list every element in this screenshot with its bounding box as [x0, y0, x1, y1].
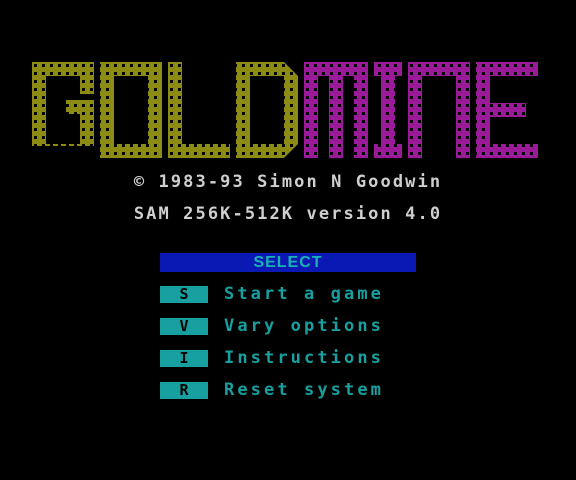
logo-word-mine [304, 62, 538, 158]
menu-header: SELECT [160, 253, 416, 272]
menu-item-instructions[interactable]: I Instructions [160, 348, 430, 369]
menu-key-s[interactable]: S [160, 286, 208, 303]
menu-label-start-game[interactable]: Start a game [224, 284, 384, 304]
menu-key-v[interactable]: V [160, 318, 208, 335]
menu-label-instructions[interactable]: Instructions [224, 348, 384, 368]
logo-word-gold [32, 62, 298, 158]
menu-label-reset-system[interactable]: Reset system [224, 380, 384, 400]
menu-item-reset-system[interactable]: R Reset system [160, 380, 430, 401]
menu-key-r[interactable]: R [160, 382, 208, 399]
version-info: SAM 256K-512K version 4.0 [133, 204, 443, 224]
menu-key-i[interactable]: I [160, 350, 208, 367]
menu-item-start-game[interactable]: S Start a game [160, 284, 430, 305]
game-logo [32, 62, 544, 158]
copyright-notice: © 1983-93 Simon N Goodwin [133, 172, 443, 192]
menu-item-vary-options[interactable]: V Vary options [160, 316, 430, 337]
menu-label-vary-options[interactable]: Vary options [224, 316, 384, 336]
